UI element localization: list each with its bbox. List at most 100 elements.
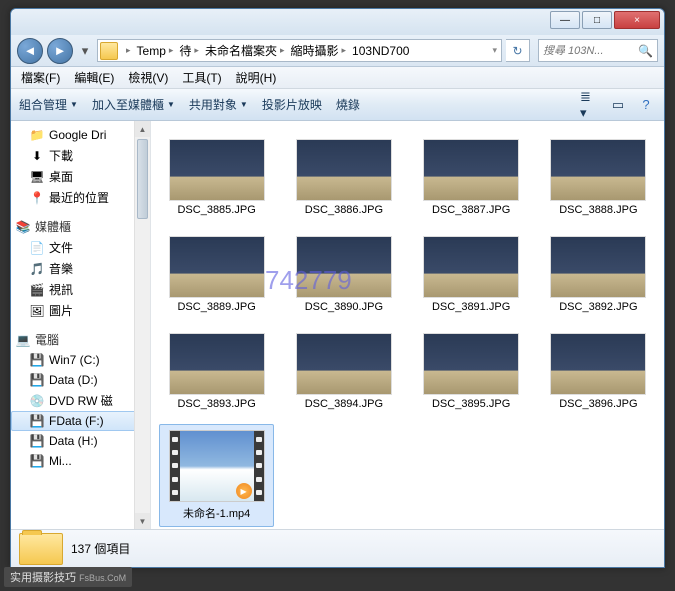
dvd-icon: 💿 (29, 393, 45, 409)
breadcrumb-item[interactable]: 待▸ (176, 40, 202, 61)
sidebar-item-googledrive[interactable]: 📁Google Dri (11, 125, 150, 145)
view-options-button[interactable]: ≣ ▾ (580, 95, 600, 115)
file-item[interactable]: DSC_3886.JPG (286, 133, 401, 222)
menu-file[interactable]: 檔案(F) (15, 67, 66, 88)
body: 📁Google Dri ⬇下載 🖥桌面 📍最近的位置 📚媒體櫃 📄文件 🎵音樂 … (11, 121, 664, 529)
file-label: DSC_3893.JPG (177, 398, 255, 410)
tool-burn[interactable]: 燒錄 (336, 96, 360, 113)
thumbnail-image (296, 139, 392, 201)
sidebar-item-drive-f[interactable]: 💾FData (F:) (11, 411, 150, 431)
toolbar: 組合管理▼ 加入至媒體櫃▼ 共用對象▼ 投影片放映 燒錄 ≣ ▾ ▭ ? (11, 89, 664, 121)
file-grid[interactable]: DSC_3885.JPGDSC_3886.JPG DSC_3887.JPG DSC_… (151, 121, 664, 529)
sidebar-item-drive-c[interactable]: 💾Win7 (C:) (11, 350, 150, 370)
breadcrumb-item[interactable]: ▸ (120, 40, 134, 61)
sidebar-scrollbar[interactable]: ▲ ▼ (134, 121, 150, 529)
tool-slideshow[interactable]: 投影片放映 (262, 96, 322, 113)
back-button[interactable]: ◄ (17, 38, 43, 64)
tool-share[interactable]: 共用對象▼ (189, 96, 248, 113)
sidebar-item-recent[interactable]: 📍最近的位置 (11, 187, 150, 208)
thumbnail-image (169, 236, 265, 298)
tool-organize[interactable]: 組合管理▼ (19, 96, 78, 113)
search-box[interactable]: 🔍 (538, 39, 658, 62)
file-item[interactable]: DSC_3890.JPG (286, 230, 401, 319)
videos-icon: 🎬 (29, 282, 45, 298)
download-icon: ⬇ (29, 148, 45, 164)
thumbnail-image (423, 333, 519, 395)
close-button[interactable]: × (614, 11, 660, 29)
file-label: DSC_3889.JPG (177, 301, 255, 313)
sidebar-item-music[interactable]: 🎵音樂 (11, 258, 150, 279)
recent-icon: 📍 (29, 190, 45, 206)
help-button[interactable]: ? (636, 95, 656, 115)
file-label: DSC_3890.JPG (305, 301, 383, 313)
documents-icon: 📄 (29, 240, 45, 256)
menu-help[interactable]: 說明(H) (230, 67, 283, 88)
breadcrumb[interactable]: ▸ Temp▸ 待▸ 未命名檔案夾▸ 縮時攝影▸ 103ND700 ▾ (97, 39, 502, 62)
file-item[interactable]: DSC_3885.JPG (159, 133, 274, 222)
status-count: 137 個項目 (71, 540, 130, 557)
search-input[interactable] (543, 45, 638, 57)
computer-icon: 💻 (15, 332, 31, 348)
breadcrumb-dropdown[interactable]: ▾ (488, 45, 501, 56)
sidebar-item-documents[interactable]: 📄文件 (11, 237, 150, 258)
sidebar-header-computer[interactable]: 💻電腦 (11, 329, 150, 350)
file-item[interactable]: DSC_3891.JPG (414, 230, 529, 319)
menubar: 檔案(F) 編輯(E) 檢視(V) 工具(T) 說明(H) (11, 67, 664, 89)
titlebar: — □ × (11, 9, 664, 35)
sidebar-libraries: 📚媒體櫃 📄文件 🎵音樂 🎬視訊 🖼圖片 (11, 216, 150, 321)
minimize-button[interactable]: — (550, 11, 580, 29)
scroll-up-button[interactable]: ▲ (135, 121, 150, 137)
breadcrumb-item[interactable]: Temp▸ (134, 40, 177, 61)
sidebar-item-more[interactable]: 💾Mi... (11, 451, 150, 471)
thumbnail-image (296, 236, 392, 298)
breadcrumb-item[interactable]: 未命名檔案夾▸ (202, 40, 288, 61)
folder-icon (100, 42, 118, 60)
thumbnail-image (550, 236, 646, 298)
file-item[interactable]: DSC_3894.JPG (286, 327, 401, 416)
disk-icon: 💾 (29, 433, 45, 449)
file-item[interactable]: DSC_3887.JPG (414, 133, 529, 222)
sidebar-header-libraries[interactable]: 📚媒體櫃 (11, 216, 150, 237)
sidebar-item-drive-d[interactable]: 💾Data (D:) (11, 370, 150, 390)
thumbnail-image (423, 139, 519, 201)
tool-library[interactable]: 加入至媒體櫃▼ (92, 96, 175, 113)
statusbar: 137 個項目 (11, 529, 664, 567)
disk-icon: 💾 (29, 372, 45, 388)
thumbnail-image (169, 333, 265, 395)
sidebar-item-dvd[interactable]: 💿DVD RW 磁 (11, 390, 150, 411)
thumbnail-image (169, 139, 265, 201)
sidebar-item-downloads[interactable]: ⬇下載 (11, 145, 150, 166)
search-icon: 🔍 (638, 44, 653, 58)
file-item[interactable]: DSC_3892.JPG (541, 230, 656, 319)
sidebar-item-desktop[interactable]: 🖥桌面 (11, 166, 150, 187)
libraries-icon: 📚 (15, 219, 31, 235)
menu-tools[interactable]: 工具(T) (176, 67, 227, 88)
menu-view[interactable]: 檢視(V) (122, 67, 174, 88)
breadcrumb-item[interactable]: 縮時攝影▸ (288, 40, 350, 61)
sidebar-item-videos[interactable]: 🎬視訊 (11, 279, 150, 300)
pictures-icon: 🖼 (29, 303, 45, 319)
sidebar-item-drive-h[interactable]: 💾Data (H:) (11, 431, 150, 451)
drive-icon: 📁 (29, 127, 45, 143)
file-label: DSC_3892.JPG (559, 301, 637, 313)
history-dropdown[interactable]: ▾ (77, 38, 93, 64)
file-item[interactable]: DSC_3896.JPG (541, 327, 656, 416)
scroll-down-button[interactable]: ▼ (135, 513, 150, 529)
preview-pane-button[interactable]: ▭ (608, 95, 628, 115)
sidebar-item-pictures[interactable]: 🖼圖片 (11, 300, 150, 321)
file-label: DSC_3887.JPG (432, 204, 510, 216)
file-item[interactable]: DSC_3889.JPG (159, 230, 274, 319)
file-label: DSC_3895.JPG (432, 398, 510, 410)
file-item-video[interactable]: ▶未命名-1.mp4 (159, 424, 274, 527)
refresh-button[interactable]: ↻ (506, 39, 530, 62)
file-item[interactable]: DSC_3888.JPG (541, 133, 656, 222)
forward-button[interactable]: ► (47, 38, 73, 64)
file-item[interactable]: DSC_3895.JPG (414, 327, 529, 416)
breadcrumb-item[interactable]: 103ND700 (349, 40, 412, 61)
address-bar: ◄ ► ▾ ▸ Temp▸ 待▸ 未命名檔案夾▸ 縮時攝影▸ 103ND700 … (11, 35, 664, 67)
maximize-button[interactable]: □ (582, 11, 612, 29)
thumbnail-image (550, 139, 646, 201)
file-item[interactable]: DSC_3893.JPG (159, 327, 274, 416)
scroll-thumb[interactable] (137, 139, 148, 219)
menu-edit[interactable]: 編輯(E) (68, 67, 120, 88)
